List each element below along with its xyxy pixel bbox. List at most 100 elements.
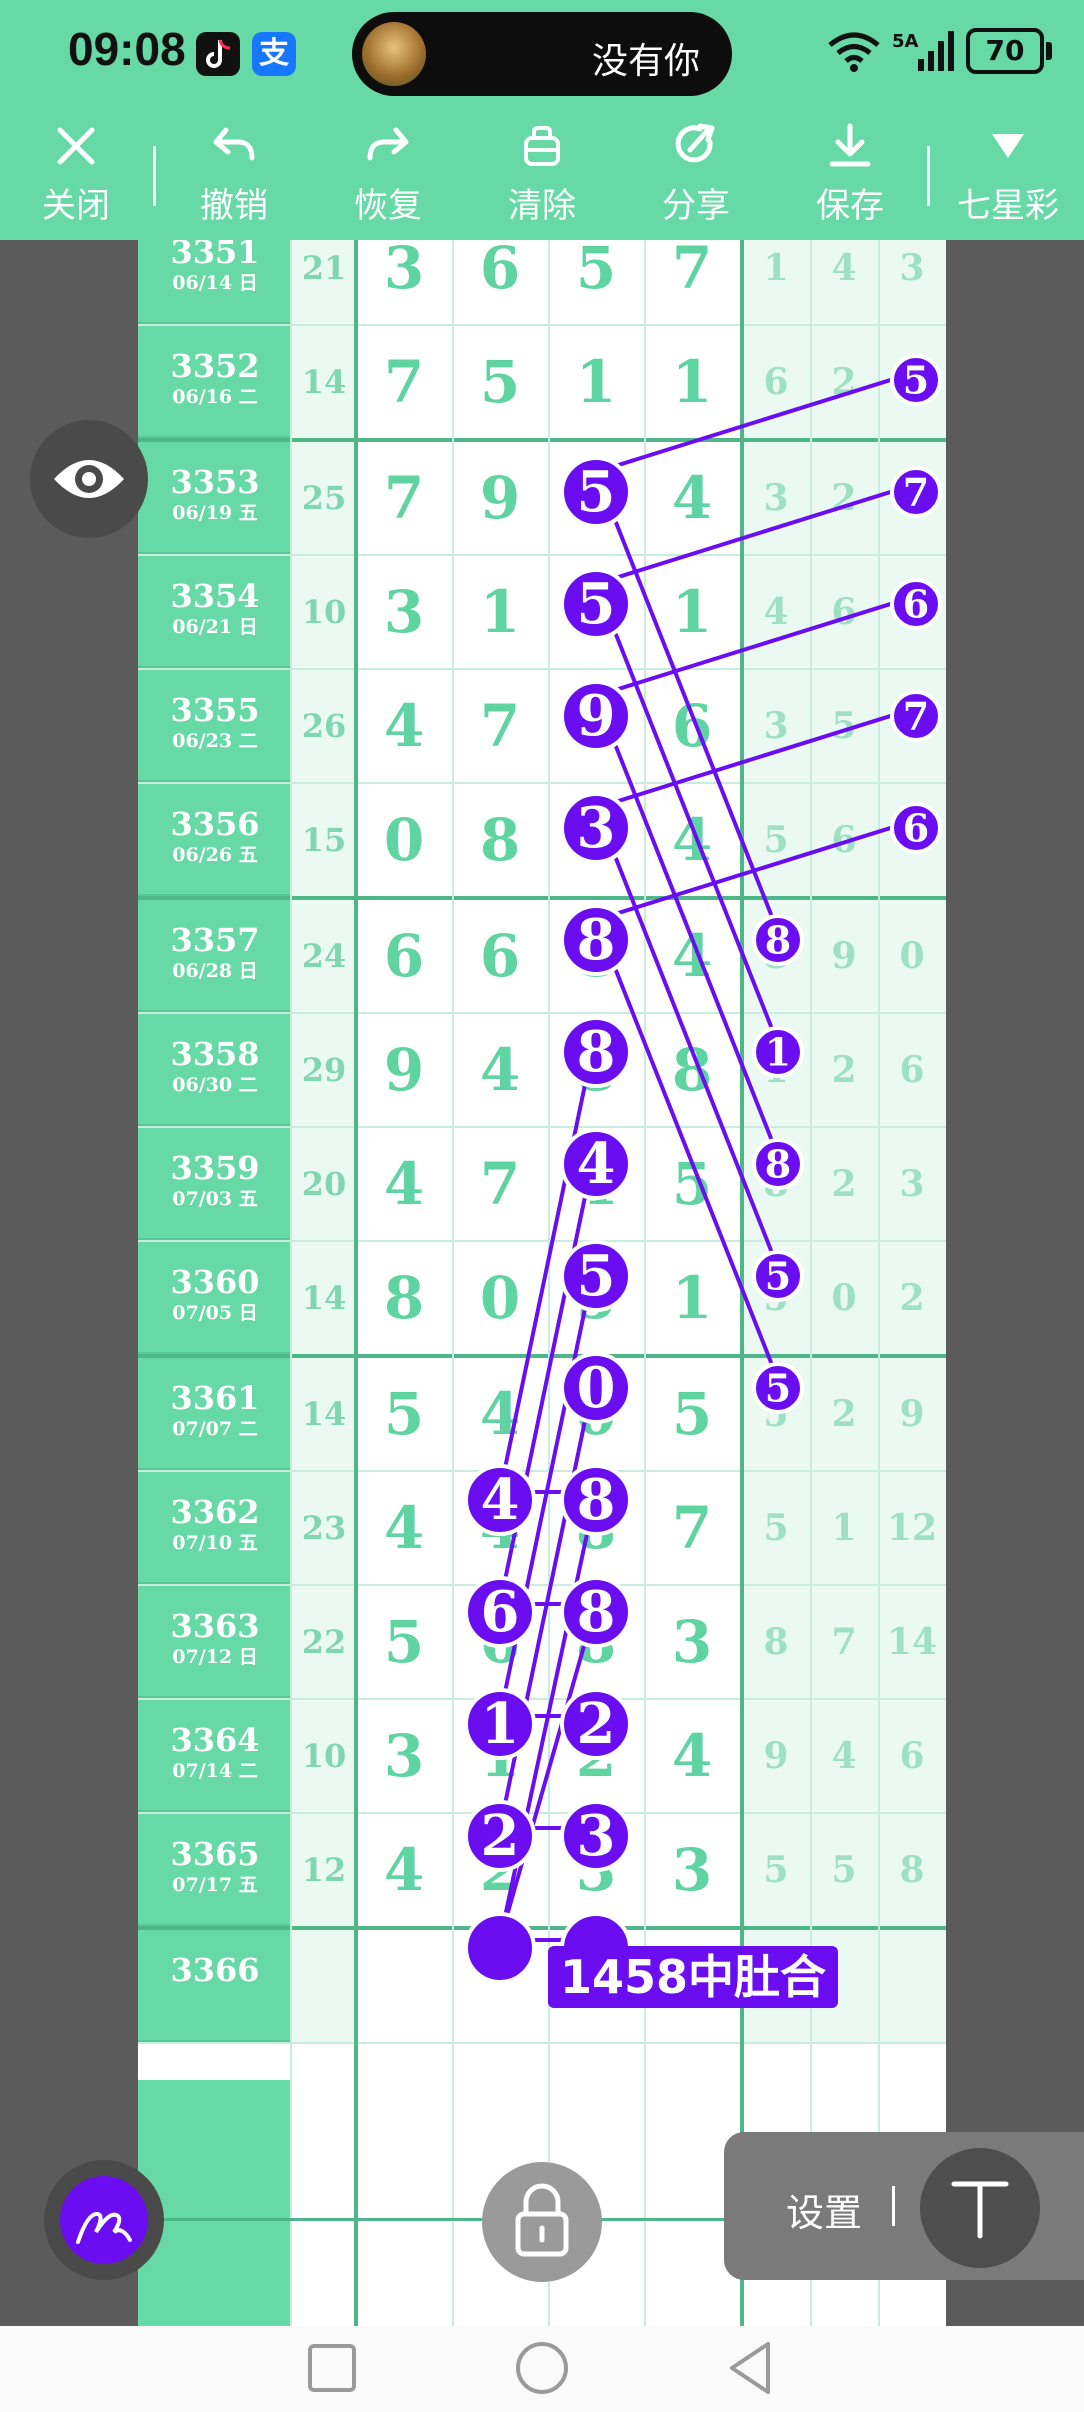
- settings-label[interactable]: 设置: [786, 2182, 862, 2237]
- square-nav-icon[interactable]: [302, 2338, 362, 2398]
- digit-cell[interactable]: 3: [548, 1814, 644, 1926]
- digit-cell[interactable]: 8: [548, 1586, 644, 1698]
- issue-number: 3363: [170, 1607, 260, 1645]
- digit-cell[interactable]: [452, 1930, 548, 2042]
- redo-button[interactable]: 恢复: [328, 120, 448, 228]
- digit-cell[interactable]: 8: [548, 1472, 644, 1584]
- digit-cell[interactable]: 4: [452, 1014, 548, 1126]
- digit-cell[interactable]: 1: [644, 556, 740, 668]
- digit-cell[interactable]: 3: [644, 1814, 740, 1926]
- clear-button[interactable]: 清除: [482, 120, 602, 228]
- digit-cell[interactable]: 6: [452, 1586, 548, 1698]
- digit-cell[interactable]: 1: [548, 326, 644, 438]
- digit-cell[interactable]: 4: [452, 1472, 548, 1584]
- digit-cell[interactable]: 5: [548, 442, 644, 554]
- digit-cell[interactable]: 5: [548, 240, 644, 324]
- digit-cell[interactable]: 6: [452, 900, 548, 1012]
- digit-cell[interactable]: 9: [356, 1014, 452, 1126]
- digit-cell[interactable]: 5: [548, 556, 644, 668]
- digit-cell[interactable]: 7: [356, 326, 452, 438]
- digit-cell[interactable]: 6: [356, 900, 452, 1012]
- stat-cell: 8: [742, 1128, 810, 1240]
- live-activity-pill[interactable]: 没有你: [352, 12, 732, 96]
- stat-cell: 6: [878, 1014, 946, 1126]
- sum-cell: 24: [292, 900, 356, 1012]
- issue-date: 07/14 二: [172, 1760, 258, 1782]
- digit-cell[interactable]: 0: [452, 1242, 548, 1354]
- pen-icon: [60, 2176, 148, 2264]
- digit-cell[interactable]: 7: [644, 240, 740, 324]
- digit-cell[interactable]: 0: [548, 1358, 644, 1470]
- cellular-signal-icon: 5A: [892, 31, 954, 71]
- digit-cell[interactable]: 4: [356, 1472, 452, 1584]
- issue-date: 06/30 二: [172, 1074, 258, 1096]
- status-bar: 09:08 支 没有你 5A 70: [0, 0, 1084, 110]
- digit-cell[interactable]: 1: [452, 1700, 548, 1812]
- digit-cell[interactable]: 5: [356, 1358, 452, 1470]
- digit-cell[interactable]: 8: [452, 784, 548, 896]
- digit-cell[interactable]: 3: [356, 556, 452, 668]
- digit-cell[interactable]: 3: [644, 1586, 740, 1698]
- digit-cell[interactable]: 5: [356, 1586, 452, 1698]
- lottery-type-dropdown[interactable]: 七星彩: [948, 120, 1068, 228]
- digit-cell[interactable]: 4: [452, 1358, 548, 1470]
- digit-cell[interactable]: 5: [548, 1242, 644, 1354]
- stat-cell: 3: [742, 442, 810, 554]
- share-label: 分享: [662, 186, 730, 226]
- draw-row: 3355 06/23 二 26 4 7 9 6 3 5 7: [138, 670, 946, 784]
- digit-cell[interactable]: 2: [452, 1814, 548, 1926]
- save-button[interactable]: 保存: [790, 120, 910, 228]
- digit-cell[interactable]: 8: [644, 1014, 740, 1126]
- digit-cell[interactable]: 5: [644, 1358, 740, 1470]
- circle-nav-icon[interactable]: [512, 2338, 572, 2398]
- digit-cell[interactable]: 7: [452, 1128, 548, 1240]
- digit-cell[interactable]: [356, 1930, 452, 2042]
- grid-line: [452, 240, 454, 2326]
- digit-cell[interactable]: 8: [356, 1242, 452, 1354]
- issue-cell: 3360 07/05 日: [138, 1242, 292, 1354]
- close-button[interactable]: 关闭: [16, 120, 136, 228]
- issue-number: 3361: [170, 1379, 260, 1417]
- digit-cell[interactable]: 4: [644, 900, 740, 1012]
- digit-cell[interactable]: 5: [452, 326, 548, 438]
- undo-icon: [174, 120, 294, 184]
- stat-cell: 2: [810, 1128, 878, 1240]
- trend-chart-board[interactable]: 3351 06/14 日 21 3 6 5 7 1 4 3 3352 06/16 二 14 7 5 1 1 6 2 5…: [138, 240, 946, 2326]
- digit-cell[interactable]: 3: [356, 240, 452, 324]
- issue-number: 3364: [170, 1721, 260, 1759]
- digit-cell[interactable]: 4: [644, 1700, 740, 1812]
- digit-cell[interactable]: 4: [356, 1814, 452, 1926]
- digit-cell[interactable]: 4: [356, 670, 452, 782]
- digit-cell[interactable]: 4: [644, 784, 740, 896]
- stat-cell: 9: [810, 900, 878, 1012]
- digit-cell[interactable]: 0: [356, 784, 452, 896]
- digit-cell[interactable]: 8: [548, 900, 644, 1012]
- share-icon: [636, 120, 756, 184]
- digit-cell[interactable]: 3: [548, 784, 644, 896]
- back-nav-icon[interactable]: [720, 2338, 780, 2398]
- digit-cell[interactable]: 4: [644, 442, 740, 554]
- digit-cell[interactable]: 3: [356, 1700, 452, 1812]
- digit-cell[interactable]: 1: [452, 556, 548, 668]
- digit-cell[interactable]: 7: [644, 1472, 740, 1584]
- digit-cell[interactable]: 4: [548, 1128, 644, 1240]
- visibility-toggle-button[interactable]: [30, 420, 148, 538]
- digit-cell[interactable]: 7: [356, 442, 452, 554]
- text-tool-button[interactable]: [920, 2148, 1040, 2268]
- digit-cell[interactable]: 1: [644, 326, 740, 438]
- share-button[interactable]: 分享: [636, 120, 756, 228]
- digit-cell[interactable]: 6: [644, 670, 740, 782]
- digit-cell[interactable]: 8: [548, 1014, 644, 1126]
- digit-cell[interactable]: 2: [548, 1700, 644, 1812]
- undo-button[interactable]: 撤销: [174, 120, 294, 228]
- digit-cell[interactable]: 9: [452, 442, 548, 554]
- draw-row: 3358 06/30 二 29 9 4 8 8 1 2 6: [138, 1014, 946, 1128]
- digit-cell[interactable]: 1: [644, 1242, 740, 1354]
- digit-cell[interactable]: 5: [644, 1128, 740, 1240]
- lock-button[interactable]: [482, 2162, 602, 2282]
- digit-cell[interactable]: 4: [356, 1128, 452, 1240]
- digit-cell[interactable]: 6: [452, 240, 548, 324]
- digit-cell[interactable]: 9: [548, 670, 644, 782]
- pen-tool-button[interactable]: [44, 2160, 164, 2280]
- digit-cell[interactable]: 7: [452, 670, 548, 782]
